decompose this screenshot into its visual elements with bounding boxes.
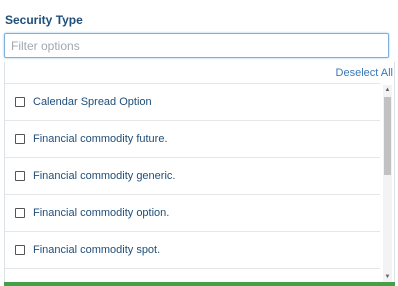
- option-calendar-spread-option[interactable]: Calendar Spread Option: [5, 84, 380, 121]
- option-financial-commodity-future[interactable]: Financial commodity future.: [5, 121, 380, 158]
- checkbox[interactable]: [15, 245, 25, 255]
- filter-options-input[interactable]: [4, 33, 389, 58]
- options-dropdown: Deselect All Calendar Spread Option Fina…: [4, 62, 395, 286]
- options-list: Calendar Spread Option Financial commodi…: [5, 83, 380, 284]
- option-label: Financial commodity option.: [33, 207, 170, 219]
- apply-bar: [4, 282, 395, 286]
- vertical-scrollbar[interactable]: ▲ ▼: [383, 85, 392, 282]
- option-label: Financial commodity generic.: [33, 170, 176, 182]
- option-financial-commodity-spot[interactable]: Financial commodity spot.: [5, 232, 380, 269]
- option-financial-commodity-generic[interactable]: Financial commodity generic.: [5, 158, 380, 195]
- scrollbar-thumb[interactable]: [384, 97, 391, 175]
- scroll-down-arrow-icon[interactable]: ▼: [384, 274, 391, 280]
- option-label: Financial commodity future.: [33, 133, 168, 145]
- scroll-up-arrow-icon[interactable]: ▲: [384, 87, 391, 93]
- checkbox[interactable]: [15, 208, 25, 218]
- option-financial-commodity-option[interactable]: Financial commodity option.: [5, 195, 380, 232]
- checkbox[interactable]: [15, 171, 25, 181]
- option-label: Financial commodity spot.: [33, 244, 161, 256]
- option-label: Calendar Spread Option: [33, 96, 152, 108]
- checkbox[interactable]: [15, 97, 25, 107]
- deselect-all-link[interactable]: Deselect All: [336, 67, 393, 79]
- security-type-label: Security Type: [5, 13, 83, 27]
- checkbox[interactable]: [15, 134, 25, 144]
